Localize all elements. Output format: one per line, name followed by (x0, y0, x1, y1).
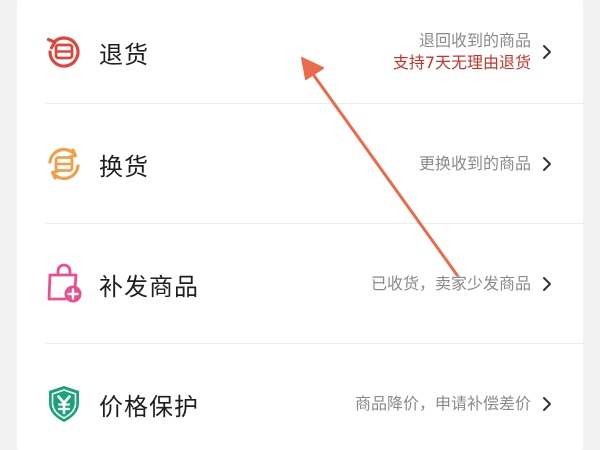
option-title: 补发商品 (99, 272, 199, 301)
option-price-protection-row[interactable]: 价格保护 商品降价，申请补偿差价 (17, 344, 583, 450)
option-desc: 商品降价，申请补偿差价 (354, 394, 531, 413)
after-sale-options-screen: 退货 退回收到的商品 支持7天无理由退货 换货 更换收到的商品 补发商品 已收货… (0, 0, 600, 450)
exchange-icon (42, 142, 86, 186)
chevron-right-icon (539, 396, 555, 412)
option-desc-block: 商品降价，申请补偿差价 (355, 393, 531, 415)
option-title: 价格保护 (99, 392, 199, 421)
chevron-right-icon (539, 276, 555, 292)
reship-bag-icon (42, 262, 86, 306)
option-desc-block: 退回收到的商品 支持7天无理由退货 (393, 30, 531, 74)
return-icon (42, 30, 86, 74)
option-desc-block: 更换收到的商品 (419, 153, 531, 175)
price-protect-shield-icon (42, 382, 86, 426)
option-exchange-row[interactable]: 换货 更换收到的商品 (17, 104, 583, 224)
option-desc: 更换收到的商品 (418, 154, 531, 173)
option-reship-row[interactable]: 补发商品 已收货，卖家少发商品 (17, 224, 583, 344)
option-desc: 退回收到的商品 (418, 31, 531, 50)
option-return-row[interactable]: 退货 退回收到的商品 支持7天无理由退货 (17, 0, 583, 104)
option-title: 退货 (99, 40, 149, 69)
option-desc: 已收货，卖家少发商品 (370, 274, 531, 293)
options-card: 退货 退回收到的商品 支持7天无理由退货 换货 更换收到的商品 补发商品 已收货… (17, 0, 583, 450)
chevron-right-icon (539, 156, 555, 172)
option-desc-block: 已收货，卖家少发商品 (371, 273, 531, 295)
option-title: 换货 (99, 152, 149, 181)
chevron-right-icon (539, 44, 555, 60)
option-promo: 支持7天无理由退货 (392, 53, 531, 72)
